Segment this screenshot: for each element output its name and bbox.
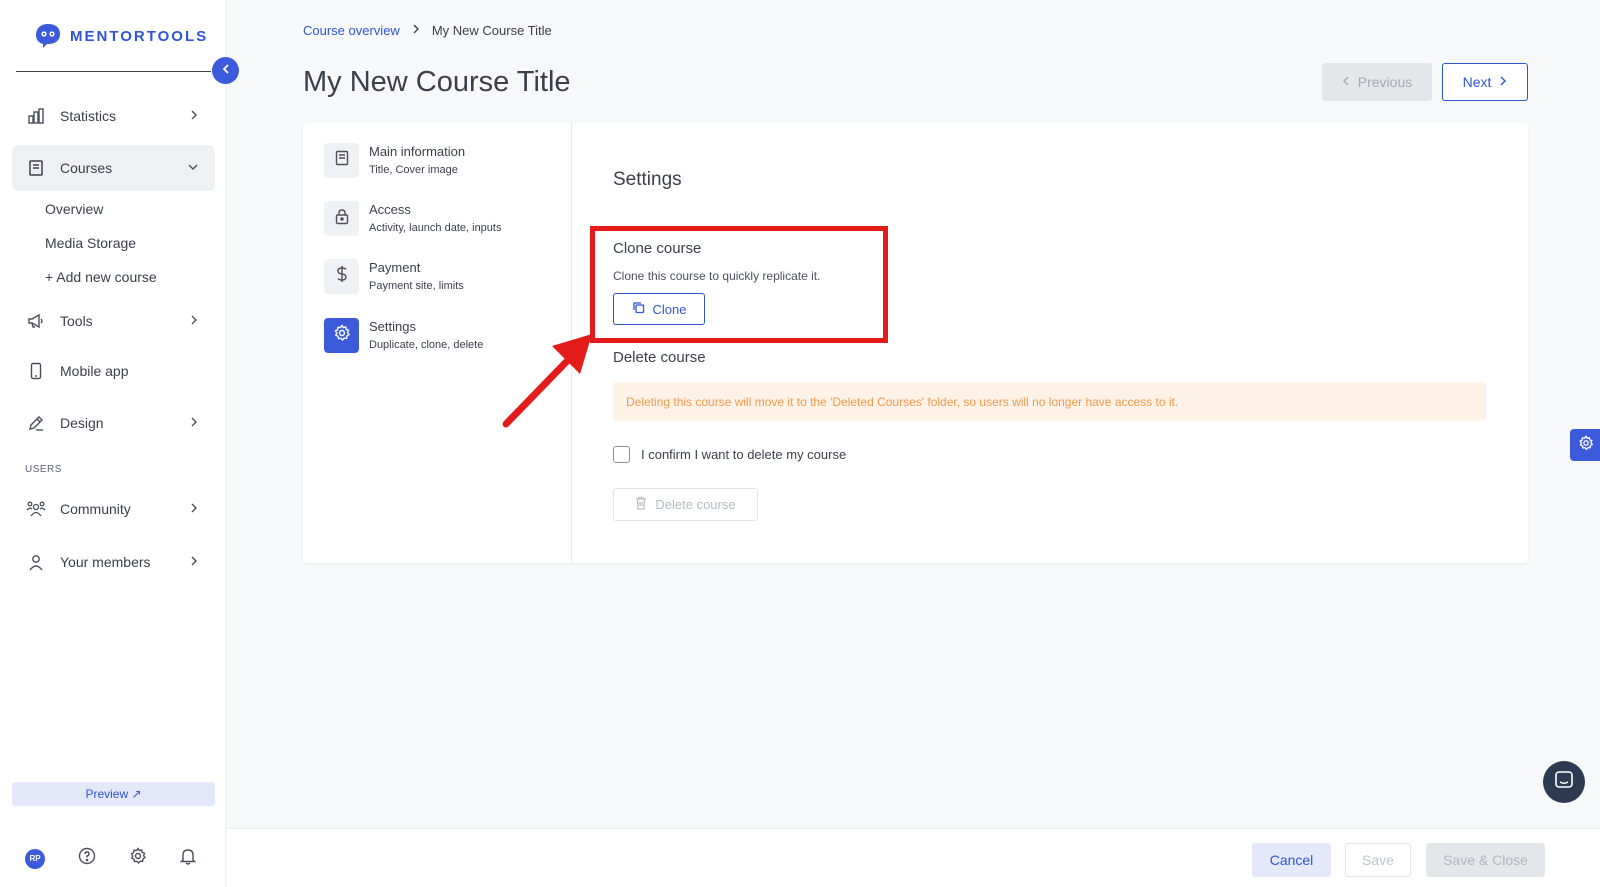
confirm-delete-checkbox[interactable]	[613, 446, 630, 463]
step-subtitle: Activity, launch date, inputs	[369, 222, 502, 234]
page-title: My New Course Title	[303, 66, 571, 98]
confirm-delete-row: I confirm I want to delete my course	[613, 446, 846, 463]
step-payment[interactable]: Payment Payment site, limits	[324, 259, 464, 294]
step-icon-box	[324, 201, 359, 236]
delete-course-heading: Delete course	[613, 349, 706, 366]
sidebar-item-statistics[interactable]: Statistics	[12, 93, 215, 139]
chevron-right-icon	[189, 313, 199, 330]
annotation-arrow	[502, 334, 592, 428]
step-settings[interactable]: Settings Duplicate, clone, delete	[324, 318, 483, 353]
help-icon[interactable]	[78, 847, 96, 870]
logo-divider	[16, 71, 211, 72]
save-button[interactable]: Save	[1345, 843, 1411, 877]
trash-icon	[635, 496, 647, 513]
sidebar-bottom-toolbar: RP	[25, 847, 197, 870]
delete-course-button[interactable]: Delete course	[613, 488, 758, 521]
user-icon	[26, 552, 46, 572]
sidebar-subitem-media-storage[interactable]: Media Storage	[45, 235, 136, 251]
step-subtitle: Duplicate, clone, delete	[369, 339, 484, 351]
bell-icon[interactable]	[179, 847, 197, 870]
sidebar-item-label: Your members	[60, 554, 151, 570]
pencil-edit-icon	[26, 413, 46, 433]
step-icon-box	[324, 143, 359, 178]
step-subtitle: Payment site, limits	[369, 280, 464, 292]
lock-icon	[335, 208, 349, 230]
sidebar-subitem-add-new-course[interactable]: + Add new course	[45, 269, 157, 285]
breadcrumb: Course overview My New Course Title	[303, 23, 552, 38]
sidebar-item-design[interactable]: Design	[12, 400, 215, 446]
settings-heading: Settings	[613, 169, 682, 190]
sidebar: MENTORTOOLS Statistics Courses Overview …	[0, 0, 226, 887]
chevron-right-icon	[412, 23, 420, 38]
logo-icon	[36, 24, 60, 48]
gear-icon	[1578, 434, 1594, 456]
chevron-right-icon	[189, 415, 199, 432]
mobile-phone-icon	[26, 361, 46, 381]
chevron-left-icon	[1342, 74, 1350, 90]
avatar[interactable]: RP	[25, 848, 45, 869]
step-icon-box-active	[324, 318, 359, 353]
annotation-highlight-box	[590, 226, 888, 343]
chevron-down-icon	[187, 160, 199, 176]
save-and-close-button[interactable]: Save & Close	[1426, 843, 1545, 877]
preview-button[interactable]: Preview ↗	[12, 782, 215, 806]
previous-label: Previous	[1357, 74, 1413, 90]
chevron-right-icon	[189, 108, 199, 125]
sidebar-collapse-button[interactable]	[212, 57, 239, 84]
book-icon	[26, 158, 46, 178]
step-access[interactable]: Access Activity, launch date, inputs	[324, 201, 501, 236]
sidebar-subitem-overview[interactable]: Overview	[45, 201, 103, 217]
brand-logo[interactable]: MENTORTOOLS	[34, 22, 208, 50]
step-main-information[interactable]: Main information Title, Cover image	[324, 143, 465, 178]
step-title: Payment	[369, 260, 421, 275]
next-button[interactable]: Next	[1442, 63, 1528, 101]
chevron-left-icon	[221, 62, 231, 80]
sidebar-item-your-members[interactable]: Your members	[12, 539, 215, 585]
sidebar-item-label: Mobile app	[60, 363, 129, 379]
step-title: Access	[369, 202, 411, 217]
sidebar-item-label: Statistics	[60, 108, 117, 124]
chat-icon	[1554, 770, 1574, 795]
preview-label: Preview ↗	[85, 787, 142, 801]
confirm-delete-label[interactable]: I confirm I want to delete my course	[641, 447, 846, 462]
step-subtitle: Title, Cover image	[369, 164, 458, 176]
chevron-right-icon	[189, 501, 199, 518]
step-icon-box	[324, 259, 359, 294]
delete-course-label: Delete course	[655, 497, 736, 512]
section-label-users: USERS	[25, 464, 62, 475]
chevron-right-icon	[189, 554, 199, 571]
breadcrumb-link-course-overview[interactable]: Course overview	[303, 23, 400, 38]
sidebar-item-tools[interactable]: Tools	[12, 298, 215, 344]
chat-launcher-button[interactable]	[1543, 761, 1585, 803]
step-title: Settings	[369, 319, 416, 334]
dollar-icon	[336, 265, 348, 288]
gear-icon	[333, 324, 351, 347]
next-label: Next	[1462, 74, 1492, 90]
sidebar-item-label: Tools	[60, 313, 93, 329]
sidebar-item-label: Design	[60, 415, 104, 431]
course-editor-card: Main information Title, Cover image Acce…	[303, 123, 1528, 563]
cancel-button[interactable]: Cancel	[1252, 843, 1331, 877]
delete-warning-alert: Deleting this course will move it to the…	[613, 382, 1486, 421]
gear-icon[interactable]	[129, 847, 147, 870]
book-icon	[335, 150, 349, 171]
chevron-right-icon	[1499, 74, 1507, 90]
sidebar-item-label: Courses	[60, 160, 113, 176]
megaphone-icon	[26, 311, 46, 331]
bar-chart-icon	[26, 106, 46, 126]
step-title: Main information	[369, 144, 466, 159]
floating-settings-button[interactable]	[1570, 429, 1600, 461]
sidebar-item-courses[interactable]: Courses	[12, 145, 215, 191]
breadcrumb-current: My New Course Title	[431, 23, 552, 38]
community-users-icon	[26, 499, 46, 519]
brand-name: MENTORTOOLS	[70, 27, 209, 45]
sidebar-item-mobile-app[interactable]: Mobile app	[12, 348, 215, 394]
previous-button[interactable]: Previous	[1322, 63, 1432, 101]
sidebar-item-label: Community	[60, 501, 131, 517]
delete-warning-text: Deleting this course will move it to the…	[626, 394, 1179, 409]
sidebar-item-community[interactable]: Community	[12, 486, 215, 532]
